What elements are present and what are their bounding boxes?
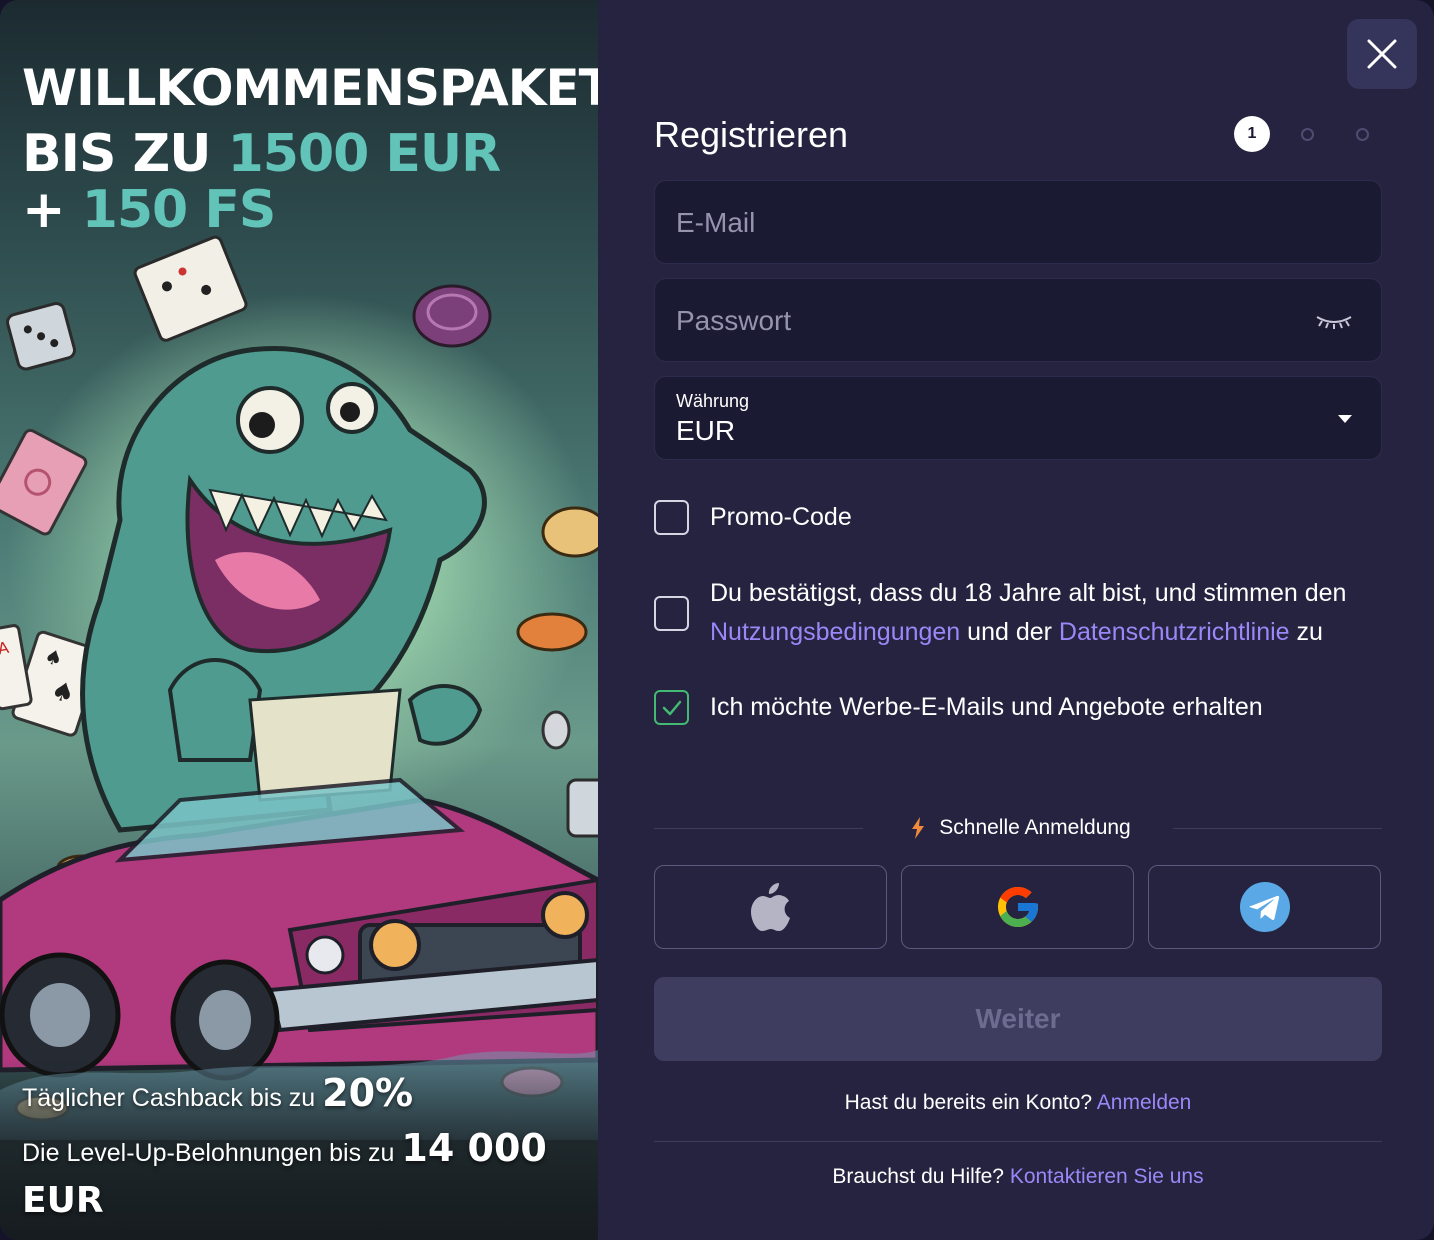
privacy-policy-link[interactable]: Datenschutzrichtlinie [1059,618,1290,646]
promo-title-line1: WILLKOMMENSPAKET [22,59,598,117]
help-prompt: Brauchst du Hilfe? Kontaktieren Sie uns [654,1165,1382,1189]
password-field[interactable] [676,279,1276,363]
promo-benefits: Täglicher Cashback bis zu 20% Die Level-… [22,1068,582,1224]
login-link[interactable]: Anmelden [1097,1091,1192,1114]
apple-icon [750,883,790,931]
step-dot-3 [1356,127,1369,141]
levelup-value: 14 000 [401,1126,547,1170]
caret-down-icon [1338,415,1352,423]
google-icon [997,887,1038,927]
levelup-currency: EUR [22,1180,104,1221]
registration-form-panel: Registrieren 1 Währung EUR Promo-Code [598,0,1434,1240]
registration-modal: ♠ ♠ A WILLKOMMENSPAKET BIS ZU 1500 EUR +… [0,0,1434,1240]
promo-bonus-amount: 1500 EUR [227,124,502,184]
footer-divider [654,1141,1382,1142]
promo-free-spins: 150 FS [81,180,277,240]
email-field-wrapper [654,180,1382,265]
promo-title-line3: + 150 FS [22,184,598,236]
terms-text: Du bestätigst, dass du 18 Jahre alt bist… [710,574,1394,652]
eye-closed-icon[interactable] [1315,313,1353,331]
divider-line-right [1172,827,1383,829]
levelup-benefit: Die Level-Up-Belohnungen bis zu 14 000 [22,1123,582,1178]
currency-select[interactable]: Währung EUR [654,376,1382,460]
quick-login-label: Schnelle Anmeldung [939,816,1131,839]
promo-title-line3-prefix: + [22,180,82,240]
marketing-row: Ich möchte Werbe-E-Mails und Angebote er… [654,688,1394,727]
checkmark-icon [662,700,681,715]
google-login-button[interactable] [901,865,1134,949]
contact-link[interactable]: Kontaktieren Sie uns [1010,1165,1204,1188]
page-title: Registrieren [654,114,849,155]
marketing-label: Ich möchte Werbe-E-Mails und Angebote er… [710,693,1263,721]
help-prompt-text: Brauchst du Hilfe? [832,1165,1010,1188]
currency-value: EUR [676,415,736,446]
step-indicator: 1 [1234,116,1369,152]
currency-label: Währung [676,391,750,411]
terms-text-middle: und der [960,618,1059,646]
lightning-icon [912,817,925,839]
promo-panel: ♠ ♠ A WILLKOMMENSPAKET BIS ZU 1500 EUR +… [0,0,598,1240]
terms-checkbox[interactable] [654,595,689,631]
login-prompt: Hast du bereits ein Konto? Anmelden [654,1091,1382,1115]
quick-login-divider: Schnelle Anmeldung [654,812,1383,844]
terms-text-before: Du bestätigst, dass du 18 Jahre alt bist… [710,579,1347,607]
login-prompt-text: Hast du bereits ein Konto? [844,1091,1097,1114]
password-field-wrapper [654,278,1382,363]
cashback-benefit: Täglicher Cashback bis zu 20% [22,1068,582,1123]
levelup-text: Die Level-Up-Belohnungen bis zu [22,1139,402,1167]
telegram-login-button[interactable] [1148,865,1381,949]
promo-title-line2-prefix: BIS ZU [22,124,228,184]
close-icon [1367,39,1397,69]
terms-of-use-link[interactable]: Nutzungsbedingungen [710,618,960,646]
divider-line-left [654,827,864,829]
promo-code-checkbox[interactable] [654,500,689,535]
continue-button[interactable]: Weiter [654,977,1382,1061]
terms-row: Du bestätigst, dass du 18 Jahre alt bist… [654,574,1394,652]
promo-code-label: Promo-Code [710,503,852,531]
promo-code-row: Promo-Code [654,498,1394,537]
step-dot-2 [1301,127,1314,141]
marketing-checkbox[interactable] [654,690,689,725]
cashback-value: 20% [322,1071,414,1115]
email-field[interactable] [676,181,1276,265]
promo-title-line2: BIS ZU 1500 EUR [22,124,598,184]
telegram-icon [1239,882,1290,932]
promo-title: WILLKOMMENSPAKET BIS ZU 1500 EUR + 150 F… [22,60,598,236]
step-current: 1 [1234,116,1270,152]
close-button[interactable] [1347,19,1417,89]
quick-login-heading: Schnelle Anmeldung [911,816,1131,840]
apple-login-button[interactable] [654,865,887,949]
cashback-text: Täglicher Cashback bis zu [22,1084,323,1112]
terms-text-after: zu [1289,618,1323,646]
